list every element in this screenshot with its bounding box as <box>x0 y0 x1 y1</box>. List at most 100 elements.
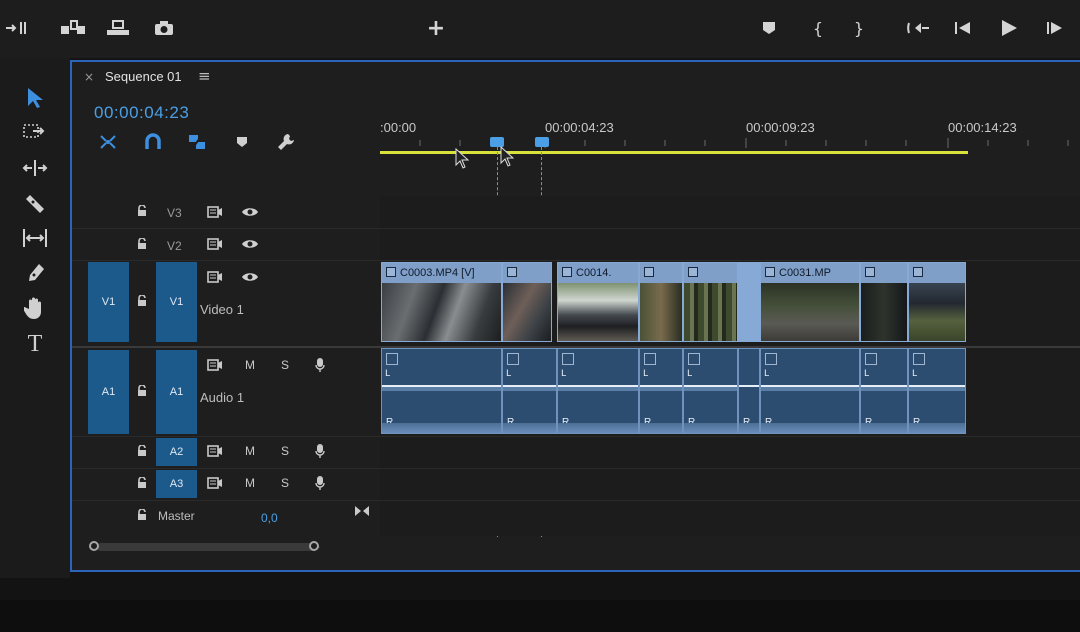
video-clip[interactable] <box>502 262 552 342</box>
source-patch-a1[interactable]: A1 <box>88 350 129 434</box>
video-clip[interactable] <box>908 262 966 342</box>
lock-icon[interactable] <box>134 475 150 491</box>
audio-clip[interactable]: LR <box>557 348 639 434</box>
add-marker-icon[interactable] <box>230 130 254 154</box>
mark-out-icon[interactable]: } <box>849 14 869 42</box>
marker-handle[interactable] <box>535 137 549 147</box>
eye-icon[interactable] <box>240 236 260 252</box>
play-icon[interactable] <box>997 14 1021 42</box>
timeline-settings-icon[interactable] <box>274 130 298 154</box>
zoom-handle-left[interactable] <box>89 541 99 551</box>
fx-badge-icon <box>688 267 698 277</box>
track-separator <box>72 436 1080 437</box>
audio-clip[interactable]: LR <box>683 348 738 434</box>
playhead-timecode[interactable]: 00:00:04:23 <box>94 103 189 123</box>
video-clip[interactable]: C0031.MP <box>760 262 860 342</box>
video-clip[interactable] <box>639 262 683 342</box>
selection-tool-icon[interactable] <box>20 84 50 112</box>
lock-icon[interactable] <box>134 507 150 523</box>
sync-lock-icon[interactable] <box>205 443 225 459</box>
lock-icon[interactable] <box>134 293 150 309</box>
marker-icon[interactable] <box>758 14 780 42</box>
sync-lock-icon[interactable] <box>205 204 225 220</box>
waveform <box>382 387 501 391</box>
lock-icon[interactable] <box>134 203 150 219</box>
add-icon[interactable]: + <box>424 14 448 42</box>
solo-button[interactable]: S <box>277 475 293 491</box>
lock-icon[interactable] <box>134 443 150 459</box>
mark-in-icon[interactable]: { <box>808 14 828 42</box>
close-tab-icon[interactable]: × <box>84 70 94 84</box>
razor-tool-icon[interactable] <box>20 190 50 218</box>
audio-clip[interactable]: LR <box>760 348 860 434</box>
fx-badge-icon <box>644 353 656 365</box>
solo-button[interactable]: S <box>277 443 293 459</box>
clip-thumbnail <box>761 283 859 341</box>
pen-tool-icon[interactable] <box>20 260 50 288</box>
snap-icon[interactable] <box>141 130 165 154</box>
solo-button[interactable]: S <box>277 357 293 373</box>
slip-tool-icon[interactable] <box>20 224 50 252</box>
extract-icon[interactable] <box>104 14 132 42</box>
go-to-in-icon[interactable] <box>905 14 933 42</box>
audio-clip[interactable]: LR <box>639 348 683 434</box>
type-tool-icon[interactable]: T <box>20 330 50 358</box>
track-target-a1[interactable]: A1 <box>156 350 197 434</box>
eye-icon[interactable] <box>240 204 260 220</box>
waveform <box>640 387 682 391</box>
video-clip[interactable]: C0014. <box>557 262 639 342</box>
waveform <box>684 423 737 433</box>
linked-selection-icon[interactable] <box>185 130 209 154</box>
track-target-a3[interactable]: A3 <box>156 470 197 498</box>
fx-badge-icon <box>865 267 875 277</box>
source-patch-v1[interactable]: V1 <box>88 262 129 342</box>
track-target-a2[interactable]: A2 <box>156 438 197 466</box>
master-volume-value[interactable]: 0,0 <box>261 511 278 525</box>
step-forward-icon[interactable] <box>1043 14 1067 42</box>
panel-menu-icon[interactable]: ≡ <box>198 67 211 85</box>
go-to-edit-icon[interactable] <box>352 503 372 519</box>
sync-lock-icon[interactable] <box>205 236 225 252</box>
video-clip[interactable] <box>683 262 738 342</box>
eye-icon[interactable] <box>240 269 260 285</box>
ripple-edit-tool-icon[interactable] <box>20 154 50 182</box>
time-ruler[interactable] <box>380 138 1080 162</box>
track-select-tool-icon[interactable] <box>20 118 50 146</box>
microphone-icon[interactable] <box>312 356 328 374</box>
lock-icon[interactable] <box>134 236 150 252</box>
track-separator <box>72 468 1080 469</box>
mute-button[interactable]: M <box>242 357 258 373</box>
microphone-icon[interactable] <box>312 442 328 460</box>
sync-lock-icon[interactable] <box>205 475 225 491</box>
clip-thumbnail <box>503 283 551 341</box>
sync-lock-icon[interactable] <box>205 269 225 285</box>
zoom-handle-right[interactable] <box>309 541 319 551</box>
step-back-icon[interactable] <box>951 14 975 42</box>
track-separator <box>72 500 1080 501</box>
track-label-v2: V2 <box>167 239 182 253</box>
nest-sequence-icon[interactable] <box>96 130 120 154</box>
sequence-tab-title[interactable]: Sequence 01 <box>105 69 182 84</box>
ruler-label: :00:00 <box>380 120 417 135</box>
audio-clip[interactable]: R <box>738 348 760 434</box>
audio-clip[interactable]: LR <box>908 348 966 434</box>
audio-clip[interactable]: LR <box>860 348 908 434</box>
mute-button[interactable]: M <box>242 475 258 491</box>
track-target-v1[interactable]: V1 <box>156 262 197 342</box>
lock-icon[interactable] <box>134 383 150 399</box>
video-clip[interactable] <box>860 262 908 342</box>
microphone-icon[interactable] <box>312 474 328 492</box>
sync-lock-icon[interactable] <box>205 357 225 373</box>
camera-icon[interactable] <box>152 14 176 42</box>
left-channel-label: L <box>561 369 567 379</box>
audio-clip[interactable]: LR <box>381 348 502 434</box>
video-clip[interactable]: C0003.MP4 [V] <box>381 262 502 342</box>
mute-button[interactable]: M <box>242 443 258 459</box>
hand-tool-icon[interactable] <box>20 294 50 322</box>
clip-thumbnail <box>382 283 501 341</box>
waveform <box>861 423 907 433</box>
zoom-scrollbar-thumb[interactable] <box>97 543 317 551</box>
lift-icon[interactable] <box>59 14 87 42</box>
audio-clip[interactable]: LR <box>502 348 557 434</box>
insert-icon[interactable] <box>4 14 28 42</box>
